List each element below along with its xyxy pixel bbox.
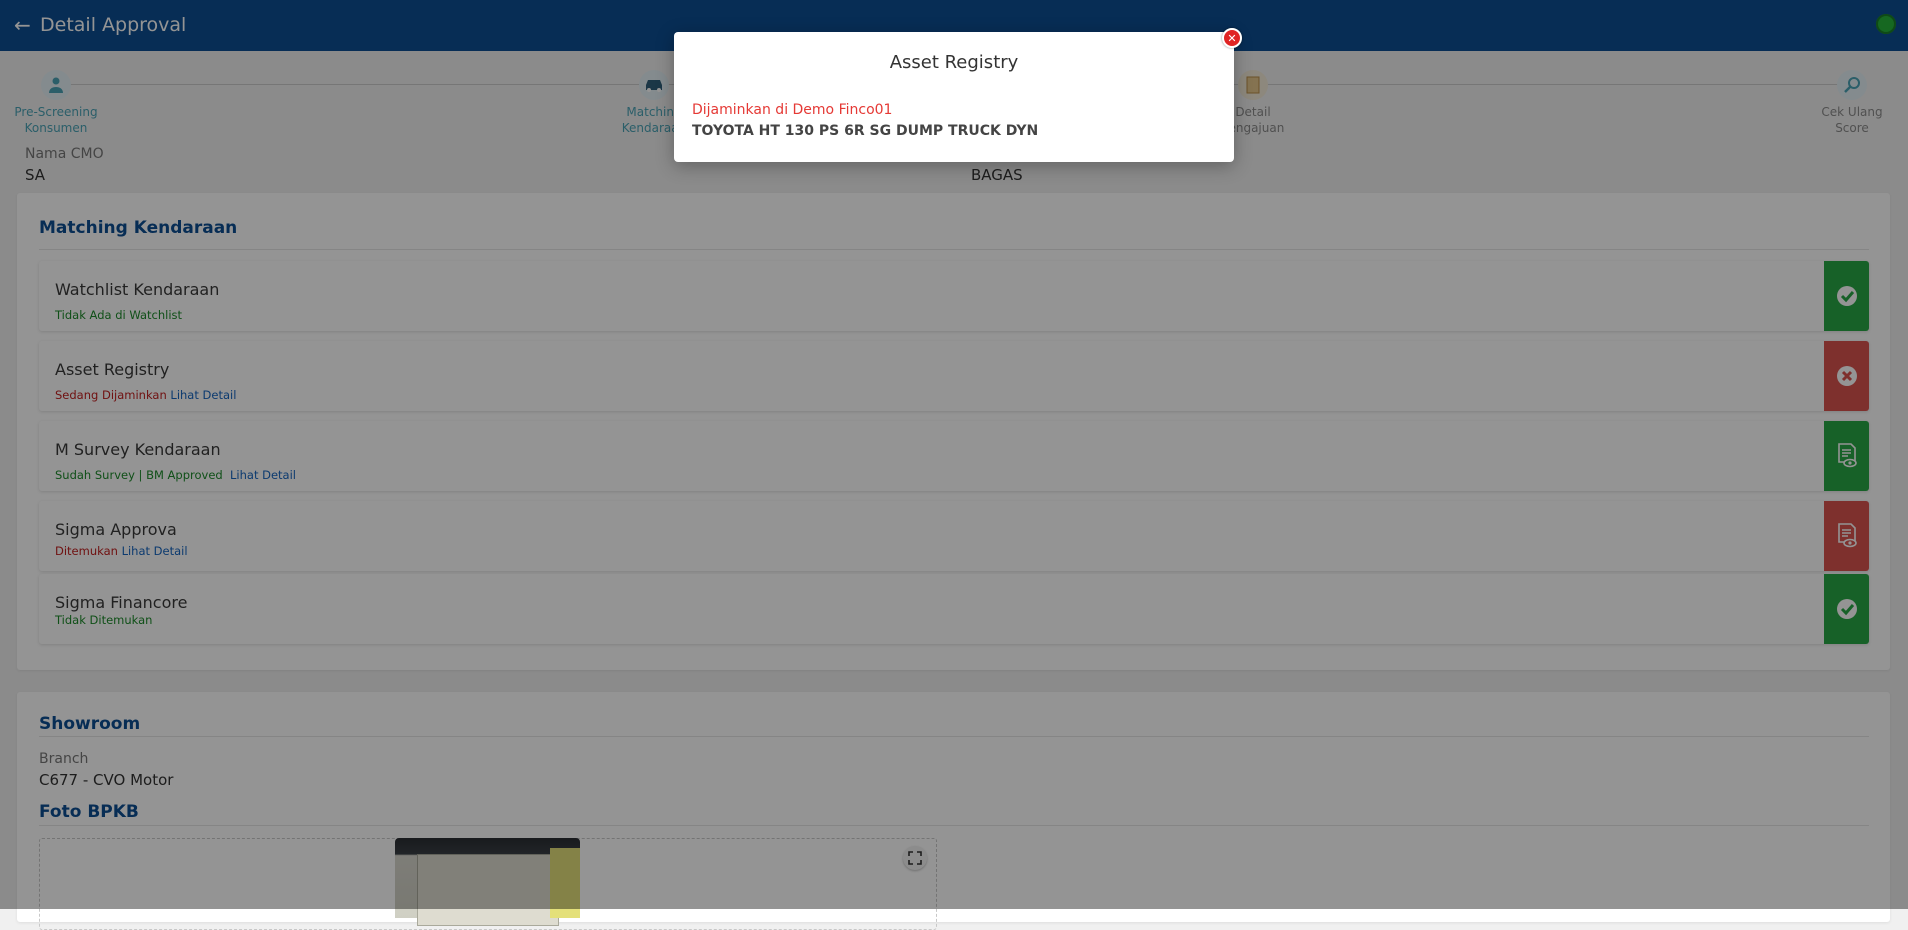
modal-title: Asset Registry	[889, 52, 1019, 73]
asset-registry-modal: Asset Registry Dijaminkan di Demo Finco0…	[674, 32, 1234, 162]
modal-line2: TOYOTA HT 130 PS 6R SG DUMP TRUCK DYN	[692, 123, 1039, 139]
modal-line1: Dijaminkan di Demo Finco01	[692, 102, 893, 118]
close-icon[interactable]: ✕	[1222, 28, 1242, 48]
